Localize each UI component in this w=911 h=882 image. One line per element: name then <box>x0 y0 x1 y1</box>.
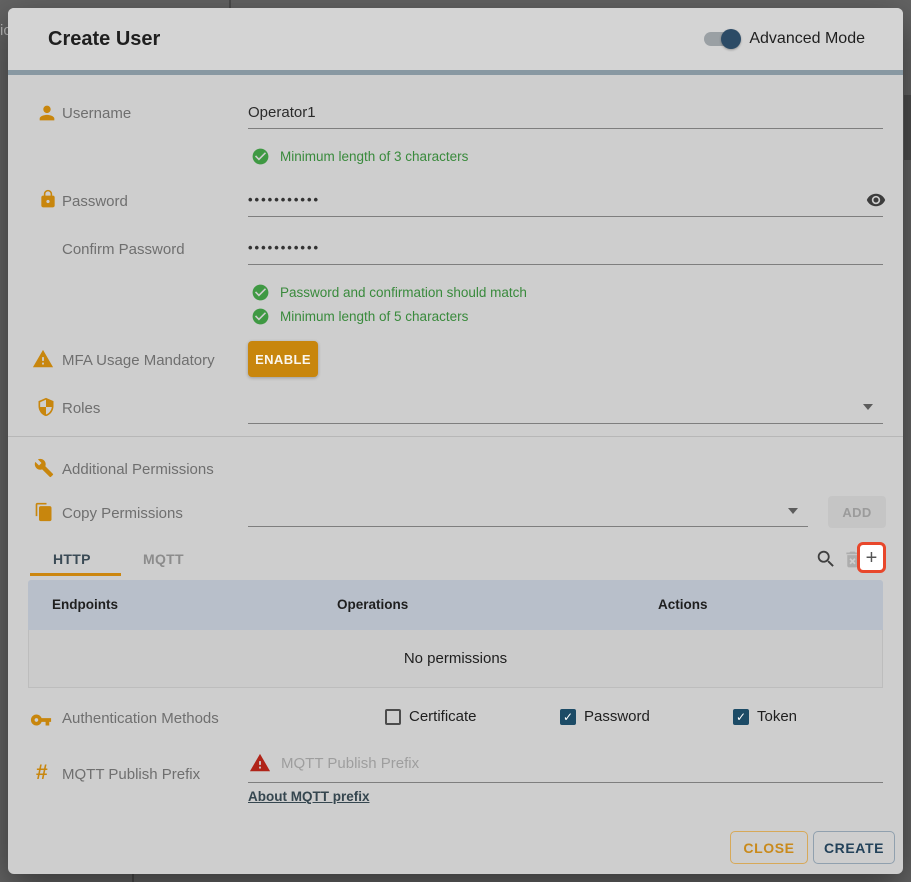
advanced-mode-toggle-group[interactable]: Advanced Mode <box>704 30 865 48</box>
certificate-label: Certificate <box>409 708 477 725</box>
permissions-table-header: Endpoints Operations Actions <box>28 580 883 630</box>
hash-icon: # <box>36 761 48 785</box>
column-header-endpoints: Endpoints <box>52 597 118 612</box>
key-icon <box>30 709 52 731</box>
advanced-mode-toggle[interactable] <box>704 32 738 46</box>
additional-permissions-label: Additional Permissions <box>62 461 214 478</box>
create-button[interactable]: CREATE <box>813 831 895 864</box>
checkbox-certificate[interactable]: Certificate <box>385 708 477 725</box>
password-input[interactable]: ••••••••••• <box>248 192 320 207</box>
warning-icon <box>32 348 54 370</box>
column-header-actions: Actions <box>658 597 708 612</box>
copy-permissions-label: Copy Permissions <box>62 505 183 522</box>
close-button[interactable]: CLOSE <box>730 831 808 864</box>
tab-http[interactable]: HTTP <box>53 551 91 567</box>
dialog-title: Create User <box>48 28 160 51</box>
password-auth-label: Password <box>584 708 650 725</box>
copy-permissions-add-button[interactable]: ADD <box>828 496 886 528</box>
tab-mqtt[interactable]: MQTT <box>143 551 184 567</box>
certificate-checkbox-icon[interactable] <box>385 709 401 725</box>
permissions-table: Endpoints Operations Actions No permissi… <box>28 580 883 688</box>
header-divider <box>8 70 903 75</box>
username-label: Username <box>62 105 131 122</box>
advanced-mode-label: Advanced Mode <box>749 30 865 48</box>
column-header-operations: Operations <box>337 597 408 612</box>
mqtt-prefix-underline <box>248 782 883 783</box>
confirm-password-input[interactable]: ••••••••••• <box>248 240 320 255</box>
password-validation-text: Password and confirmation should match <box>280 285 527 300</box>
password-validation-length: Minimum length of 5 characters <box>251 307 468 326</box>
plus-icon: + <box>866 548 878 568</box>
show-password-icon[interactable] <box>866 190 886 210</box>
password-checkbox-icon[interactable] <box>560 709 576 725</box>
create-user-dialog: Create User Advanced Mode Username Opera… <box>8 8 903 874</box>
token-checkbox-icon[interactable] <box>733 709 749 725</box>
active-tab-indicator <box>30 573 121 576</box>
background-divider <box>132 874 134 882</box>
empty-table-message: No permissions <box>404 650 507 667</box>
check-circle-icon <box>251 147 270 166</box>
checkbox-password[interactable]: Password <box>560 708 650 725</box>
roles-select-underline <box>248 423 883 424</box>
checkbox-token[interactable]: Token <box>733 708 797 725</box>
permissions-table-body: No permissions <box>28 630 883 688</box>
toggle-knob-icon <box>721 29 741 49</box>
password-underline <box>248 216 883 217</box>
person-icon <box>36 102 58 124</box>
copy-permissions-underline <box>248 526 808 527</box>
add-permission-button[interactable]: + <box>857 542 886 573</box>
mqtt-prefix-label: MQTT Publish Prefix <box>62 766 200 783</box>
password-validation-match: Password and confirmation should match <box>251 283 527 302</box>
lock-icon <box>38 189 58 209</box>
section-divider <box>8 436 903 437</box>
auth-methods-label: Authentication Methods <box>62 710 219 727</box>
roles-label: Roles <box>62 400 100 417</box>
copy-permissions-caret-icon[interactable] <box>788 508 798 514</box>
username-underline <box>248 128 883 129</box>
error-warning-icon <box>249 752 271 774</box>
password-validation-text: Minimum length of 5 characters <box>280 309 468 324</box>
check-circle-icon <box>251 307 270 326</box>
page-scrollbar-thumb[interactable] <box>904 95 911 160</box>
username-validation: Minimum length of 3 characters <box>251 147 468 166</box>
confirm-password-underline <box>248 264 883 265</box>
background-divider <box>229 0 231 8</box>
mfa-enable-button[interactable]: ENABLE <box>248 341 318 377</box>
mfa-label: MFA Usage Mandatory <box>62 352 215 369</box>
dialog-header: Create User Advanced Mode <box>8 8 903 70</box>
copy-icon <box>34 502 54 522</box>
username-input[interactable]: Operator1 <box>248 104 316 121</box>
roles-dropdown-caret-icon[interactable] <box>863 404 873 410</box>
confirm-password-label: Confirm Password <box>62 241 185 258</box>
about-mqtt-prefix-link[interactable]: About MQTT prefix <box>248 789 370 804</box>
password-label: Password <box>62 193 128 210</box>
check-circle-icon <box>251 283 270 302</box>
mqtt-prefix-input[interactable]: MQTT Publish Prefix <box>281 755 419 772</box>
token-label: Token <box>757 708 797 725</box>
wrench-icon <box>34 458 54 478</box>
username-validation-text: Minimum length of 3 characters <box>280 149 468 164</box>
search-icon[interactable] <box>815 548 837 570</box>
shield-icon <box>36 397 56 417</box>
